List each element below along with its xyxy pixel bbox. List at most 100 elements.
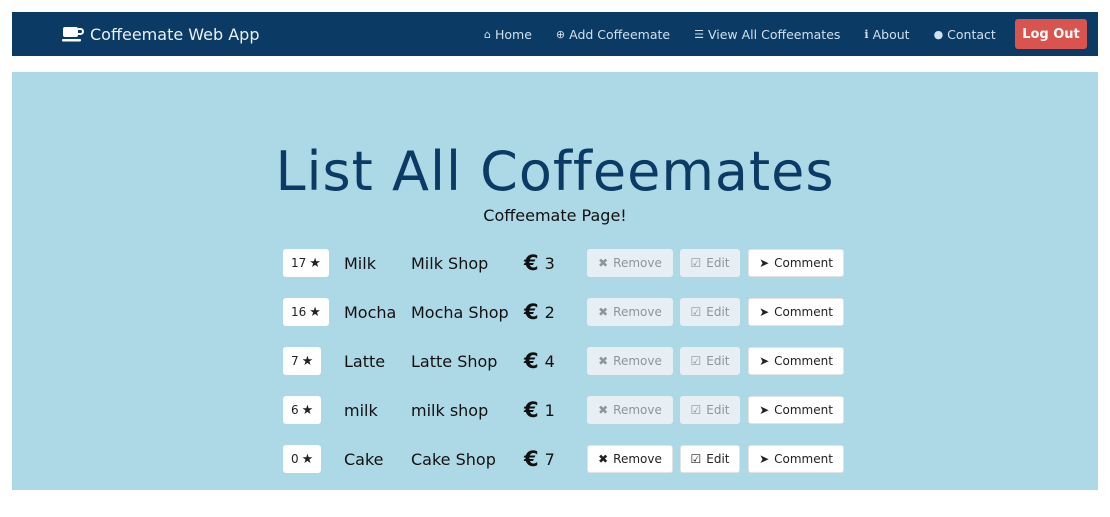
comment-icon: ● bbox=[933, 27, 944, 41]
send-icon: ➤ bbox=[759, 256, 770, 270]
coffee-cup-icon bbox=[62, 27, 84, 42]
shop-name: Mocha Shop bbox=[411, 302, 509, 322]
nav-item-label: About bbox=[872, 26, 910, 42]
euro-icon: € bbox=[524, 300, 539, 324]
comment-button[interactable]: ➤ Comment bbox=[748, 249, 844, 277]
remove-button[interactable]: ✖ Remove bbox=[587, 396, 673, 424]
comment-button[interactable]: ➤ Comment bbox=[748, 445, 844, 473]
rating-value: 6 bbox=[291, 403, 299, 417]
rating-value: 7 bbox=[291, 354, 299, 368]
comment-label: Comment bbox=[774, 305, 833, 319]
euro-icon: € bbox=[524, 349, 539, 373]
shop-name: milk shop bbox=[411, 400, 489, 420]
brand-label: Coffeemate Web App bbox=[90, 24, 260, 44]
coffee-name: Mocha bbox=[344, 302, 397, 322]
price: €7 bbox=[524, 445, 555, 473]
edit-label: Edit bbox=[706, 354, 730, 368]
rating-value: 0 bbox=[291, 452, 299, 466]
remove-button[interactable]: ✖ Remove bbox=[587, 298, 673, 326]
nav-item-label: Add Coffeemate bbox=[569, 26, 671, 42]
nav-item-view-all[interactable]: ☰ View All Coffeemates bbox=[694, 27, 840, 42]
coffeemate-row: 0 ★ Cake Cake Shop €7 ✖ Remove ☑ Edit ➤ Comm… bbox=[283, 445, 844, 475]
price-value: 4 bbox=[544, 351, 555, 371]
coffeemate-list-panel: List All Coffeemates Coffeemate Page! 17… bbox=[12, 72, 1098, 490]
price: €2 bbox=[524, 298, 555, 326]
edit-label: Edit bbox=[706, 452, 730, 466]
close-icon: ✖ bbox=[598, 452, 609, 466]
nav-item-contact[interactable]: ● Contact bbox=[934, 27, 996, 42]
page-subtitle: Coffeemate Page! bbox=[483, 206, 627, 225]
euro-icon: € bbox=[524, 447, 539, 471]
shop-name: Milk Shop bbox=[411, 253, 489, 273]
comment-button[interactable]: ➤ Comment bbox=[748, 396, 844, 424]
remove-label: Remove bbox=[613, 305, 662, 319]
edit-button[interactable]: ☑ Edit bbox=[680, 445, 740, 473]
coffee-name: Latte bbox=[344, 351, 386, 371]
rating-badge: 6 ★ bbox=[283, 396, 322, 424]
page-title: List All Coffeemates bbox=[275, 140, 835, 203]
remove-button[interactable]: ✖ Remove bbox=[587, 347, 673, 375]
list-icon: ☰ bbox=[694, 27, 704, 41]
star-icon: ★ bbox=[301, 451, 314, 467]
remove-button[interactable]: ✖ Remove bbox=[587, 445, 673, 473]
home-icon: ⌂ bbox=[484, 27, 491, 41]
edit-icon: ☑ bbox=[690, 354, 702, 368]
remove-button[interactable]: ✖ Remove bbox=[587, 249, 673, 277]
star-icon: ★ bbox=[301, 353, 314, 369]
shop-name: Cake Shop bbox=[411, 449, 496, 469]
edit-label: Edit bbox=[706, 305, 730, 319]
nav-item-add-coffeemate[interactable]: ⊕ Add Coffeemate bbox=[556, 27, 670, 42]
remove-label: Remove bbox=[613, 403, 662, 417]
shop-name: Latte Shop bbox=[411, 351, 498, 371]
price-value: 7 bbox=[544, 449, 555, 469]
edit-icon: ☑ bbox=[690, 305, 702, 319]
remove-label: Remove bbox=[613, 452, 662, 466]
coffee-name: Cake bbox=[344, 449, 384, 469]
coffee-name: milk bbox=[344, 400, 378, 420]
price: €1 bbox=[524, 396, 555, 424]
brand-link[interactable]: Coffeemate Web App bbox=[62, 12, 260, 56]
rating-badge: 7 ★ bbox=[283, 347, 322, 375]
send-icon: ➤ bbox=[759, 403, 770, 417]
price-value: 3 bbox=[544, 253, 555, 273]
edit-icon: ☑ bbox=[690, 403, 702, 417]
logout-button[interactable]: Log Out bbox=[1015, 19, 1087, 49]
nav-item-about[interactable]: i About bbox=[864, 27, 909, 42]
price: €4 bbox=[524, 347, 555, 375]
coffeemate-row: 7 ★ Latte Latte Shop €4 ✖ Remove ☑ Edit ➤ Co… bbox=[283, 347, 844, 377]
remove-label: Remove bbox=[613, 354, 662, 368]
comment-button[interactable]: ➤ Comment bbox=[748, 347, 844, 375]
rating-badge: 0 ★ bbox=[283, 445, 322, 473]
edit-button[interactable]: ☑ Edit bbox=[680, 249, 740, 277]
comment-label: Comment bbox=[774, 354, 833, 368]
top-navbar: Coffeemate Web App ⌂ Home ⊕ Add Coffeema… bbox=[12, 12, 1098, 56]
coffee-name: Milk bbox=[344, 253, 376, 273]
rating-value: 16 bbox=[291, 305, 307, 319]
nav-item-home[interactable]: ⌂ Home bbox=[484, 27, 532, 42]
nav-item-label: Home bbox=[494, 26, 532, 42]
info-icon: i bbox=[864, 27, 869, 41]
euro-icon: € bbox=[524, 251, 539, 275]
coffeemate-row: 16 ★ Mocha Mocha Shop €2 ✖ Remove ☑ Edit ➤ C… bbox=[283, 298, 844, 328]
send-icon: ➤ bbox=[759, 354, 770, 368]
price-value: 1 bbox=[544, 400, 555, 420]
star-icon: ★ bbox=[309, 255, 321, 271]
rating-badge: 16 ★ bbox=[283, 298, 329, 326]
close-icon: ✖ bbox=[598, 256, 609, 270]
close-icon: ✖ bbox=[598, 403, 609, 417]
edit-button[interactable]: ☑ Edit bbox=[680, 396, 740, 424]
rating-badge: 17 ★ bbox=[283, 249, 329, 277]
coffeemate-row: 17 ★ Milk Milk Shop €3 ✖ Remove ☑ Edit ➤ Com… bbox=[283, 249, 844, 279]
euro-icon: € bbox=[524, 398, 539, 422]
edit-button[interactable]: ☑ Edit bbox=[680, 298, 740, 326]
plus-circle-icon: ⊕ bbox=[555, 27, 566, 41]
edit-button[interactable]: ☑ Edit bbox=[680, 347, 740, 375]
nav-menu: ⌂ Home ⊕ Add Coffeemate ☰ View All Coffe… bbox=[484, 12, 1020, 56]
edit-icon: ☑ bbox=[690, 452, 702, 466]
nav-item-label: Contact bbox=[947, 26, 996, 42]
comment-button[interactable]: ➤ Comment bbox=[748, 298, 844, 326]
nav-item-label: View All Coffeemates bbox=[707, 26, 841, 42]
rating-value: 17 bbox=[291, 256, 307, 270]
edit-icon: ☑ bbox=[690, 256, 702, 270]
send-icon: ➤ bbox=[759, 452, 770, 466]
